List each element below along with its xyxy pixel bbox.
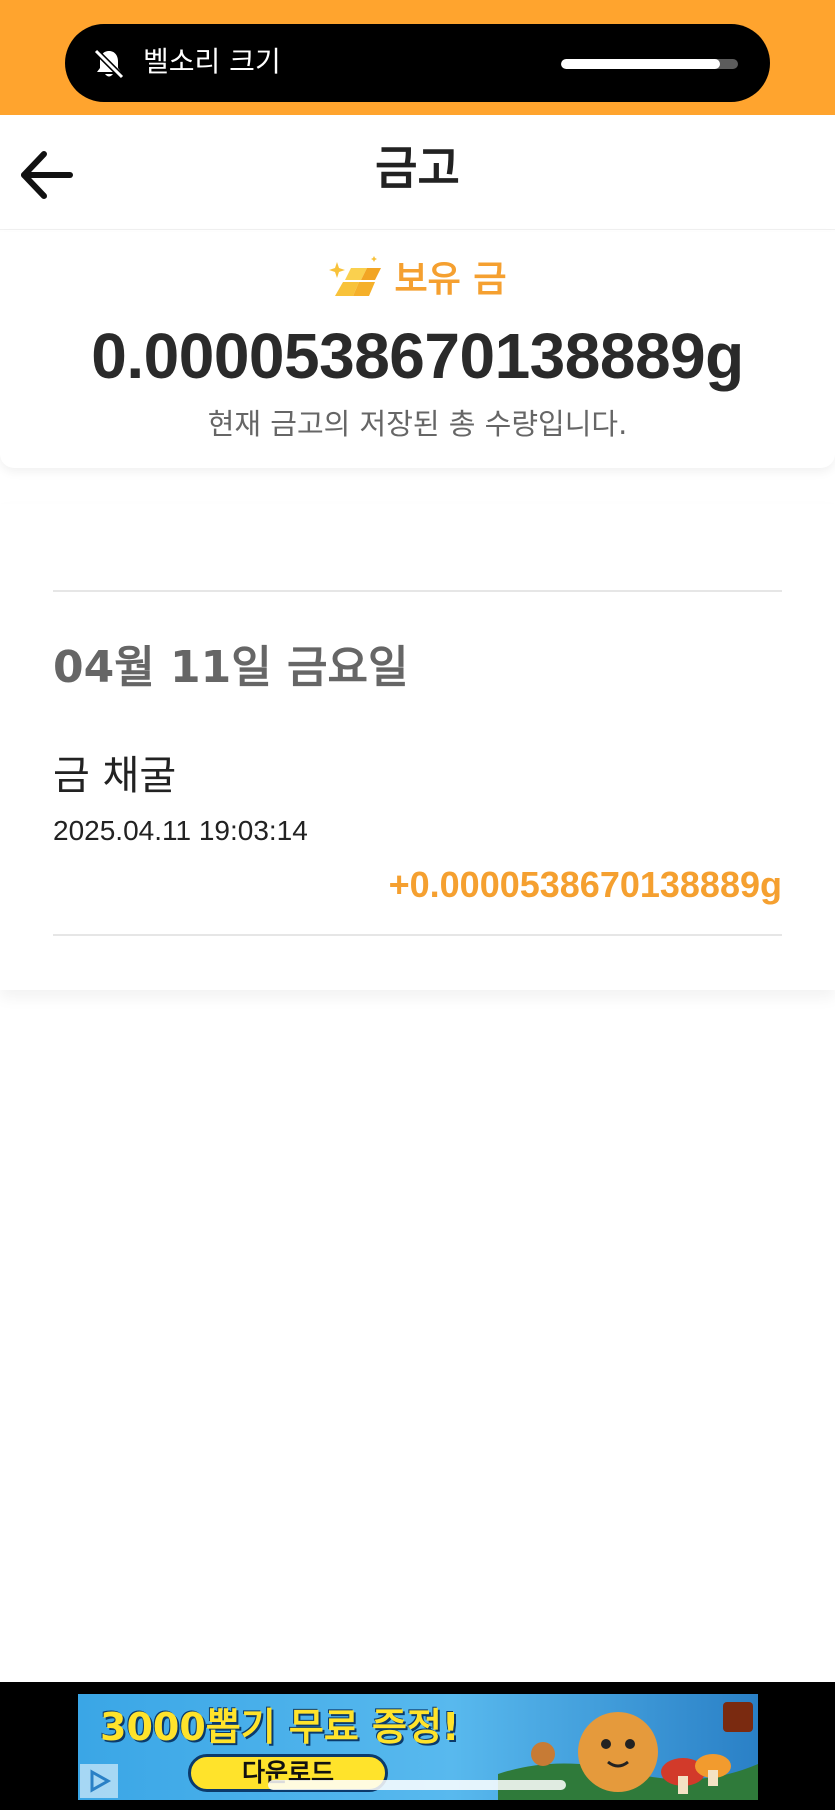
transaction-history: 04월 11일 금요일 금 채굴 2025.04.11 19:03:14 +0.… xyxy=(0,504,835,990)
balance-header: 보유 금 xyxy=(0,256,835,304)
divider xyxy=(53,590,782,592)
date-header: 04월 11일 금요일 xyxy=(53,642,409,693)
bell-muted-icon xyxy=(93,48,125,80)
balance-amount: 0.0000538670138889g xyxy=(91,320,744,392)
divider xyxy=(53,934,782,936)
volume-toast: 벨소리 크기 xyxy=(65,24,770,102)
transaction-amount: +0.0000538670138889g xyxy=(388,864,782,905)
transaction-title: 금 채굴 xyxy=(53,753,177,799)
home-indicator[interactable] xyxy=(268,1780,566,1790)
vault-screen: 벨소리 크기 금고 보유 금 0.0000538670138889g 현재 금고… xyxy=(0,0,835,1810)
volume-slider-fill xyxy=(561,59,721,69)
ad-bar: 3000뽑기 무료 증정! 다운로드 xyxy=(0,1682,835,1810)
status-bar: 벨소리 크기 xyxy=(0,0,835,115)
balance-description: 현재 금고의 저장된 총 수량입니다. xyxy=(207,407,628,441)
gold-bars-icon xyxy=(328,256,381,296)
balance-label: 보유 금 xyxy=(394,259,507,300)
list-item: 금 채굴 2025.04.11 19:03:14 +0.000053867013… xyxy=(53,750,782,950)
ad-info-icon[interactable] xyxy=(80,1764,118,1798)
volume-slider[interactable] xyxy=(561,59,738,69)
balance-card: 보유 금 0.0000538670138889g 현재 금고의 저장된 총 수량… xyxy=(0,232,835,468)
ad-headline: 3000뽑기 무료 증정! xyxy=(100,1705,460,1749)
transaction-timestamp: 2025.04.11 19:03:14 xyxy=(53,815,308,846)
page-title: 금고 xyxy=(375,141,460,195)
volume-label: 벨소리 크기 xyxy=(143,45,281,78)
